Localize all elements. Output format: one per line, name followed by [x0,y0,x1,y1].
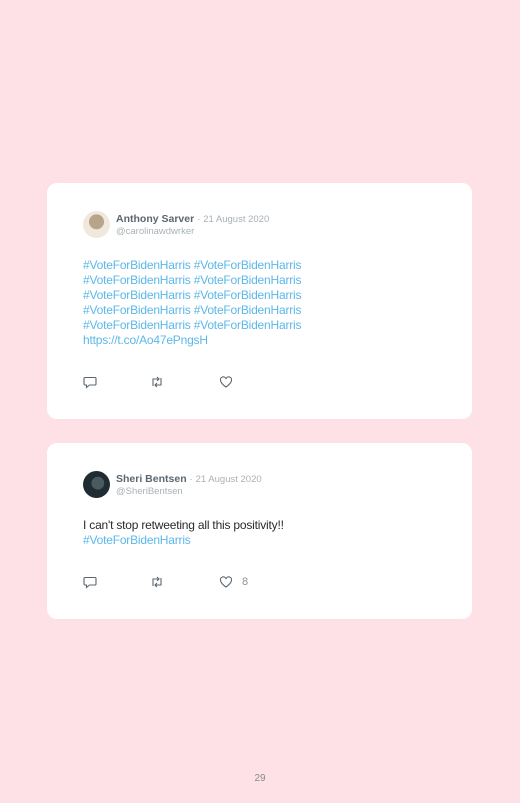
tweet-date[interactable]: 21 August 2020 [203,214,269,225]
retweet-icon [152,576,162,588]
retweet-button[interactable] [150,375,164,389]
tweet-header: Sheri Bentsen · 21 August 2020 [116,473,262,485]
tweet-actions [83,375,283,389]
reply-icon [83,576,97,589]
hashtag-line[interactable]: #VoteForBidenHarris #VoteForBidenHarris [83,288,302,303]
retweet-button[interactable] [150,575,164,589]
hashtag-line[interactable]: #VoteForBidenHarris [83,533,284,548]
author-name[interactable]: Anthony Sarver [116,213,194,225]
avatar[interactable] [83,211,110,238]
retweet-icon [152,376,162,388]
author-name[interactable]: Sheri Bentsen [116,473,187,485]
like-button[interactable]: 8 [219,575,248,589]
tweet-text-line: I can't stop retweeting all this positiv… [83,518,284,532]
tweet-card: Anthony Sarver · 21 August 2020 @carolin… [47,183,472,419]
tweet-card: Sheri Bentsen · 21 August 2020 @SheriBen… [47,443,472,619]
hashtag-line[interactable]: #VoteForBidenHarris #VoteForBidenHarris [83,258,302,273]
heart-icon [219,376,233,388]
reply-button[interactable] [83,575,97,589]
tweet-url[interactable]: https://t.co/Ao47ePngsH [83,333,301,348]
reply-icon [83,376,97,389]
separator: · [197,214,201,225]
author-handle[interactable]: @carolinawdwrker [116,226,194,237]
like-button[interactable] [219,375,242,389]
hashtag-line[interactable]: #VoteForBidenHarris #VoteForBidenHarris [83,273,302,288]
tweet-text: I can't stop retweeting all this positiv… [83,518,284,548]
reply-button[interactable] [83,375,97,389]
hashtag-line[interactable]: #VoteForBidenHarris #VoteForBidenHarris [83,318,302,333]
page-number: 29 [254,773,266,784]
separator: · [189,474,193,485]
like-count: 8 [242,576,249,588]
tweet-text: #VoteForBidenHarris #VoteForBidenHarris … [83,258,302,348]
tweet-header: Anthony Sarver · 21 August 2020 [116,213,269,225]
tweet-date[interactable]: 21 August 2020 [196,474,262,485]
tweet-actions: 8 [83,575,283,589]
avatar[interactable] [83,471,110,498]
author-handle[interactable]: @SheriBentsen [116,486,183,497]
heart-icon [219,576,233,588]
hashtag-line[interactable]: #VoteForBidenHarris #VoteForBidenHarris [83,303,302,318]
